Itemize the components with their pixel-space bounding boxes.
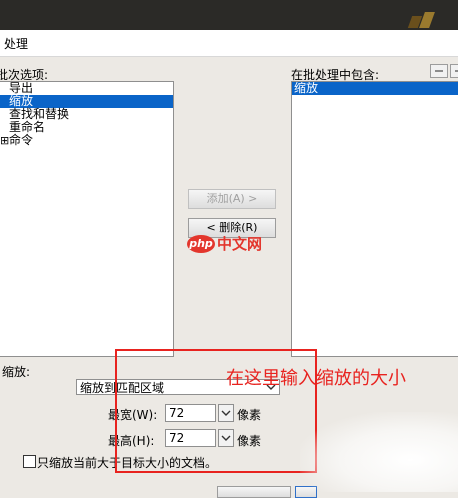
ok-button[interactable] [217, 486, 291, 498]
site-watermark: php 中文网 [187, 233, 262, 254]
move-down-button[interactable] [450, 64, 458, 78]
only-larger-checkbox[interactable] [23, 455, 36, 468]
dialog-titlebar: 处理 [0, 30, 458, 57]
app-topbar [0, 0, 458, 30]
expand-plus-icon[interactable]: ⊞ [0, 134, 9, 147]
php-logo: php [187, 234, 215, 253]
blur-overlay [300, 412, 458, 492]
watermark-text: 中文网 [217, 235, 263, 253]
list-item-commands[interactable]: ⊞ 命令 [0, 134, 173, 148]
list-item-included-scale[interactable]: 缩放 [292, 82, 458, 95]
adobe-logo-icon [407, 12, 440, 28]
dialog-title: 处理 [4, 37, 29, 51]
annotation-text: 在这里输入缩放的大小 [226, 368, 406, 389]
batch-included-list[interactable]: 缩放 [291, 81, 458, 357]
batch-options-list[interactable]: 导出 缩放 查找和替换 重命名 ⊞ 命令 [0, 81, 174, 357]
add-button[interactable]: 添加(A) > [188, 189, 276, 209]
scale-section-label: 缩放: [2, 365, 31, 379]
move-up-button[interactable] [430, 64, 448, 78]
